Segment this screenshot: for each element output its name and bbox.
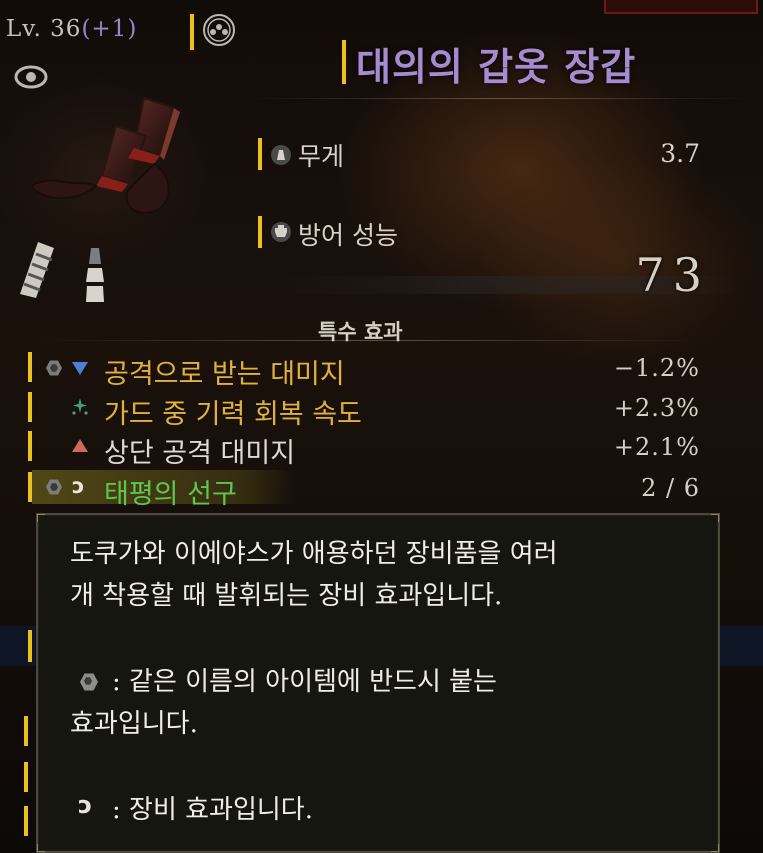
tooltip-corner <box>37 844 45 852</box>
sparkle-icon <box>70 396 90 418</box>
accent-bar <box>258 216 262 248</box>
accent-bar <box>24 762 28 792</box>
tooltip-corner <box>711 514 719 522</box>
effect-row[interactable]: 가드 중 기력 회복 속도 +2.3% <box>28 390 708 430</box>
accent-bar <box>28 630 32 662</box>
item-name: 대의의 갑옷 장갑 <box>356 44 637 89</box>
hexagon-icon <box>80 673 98 691</box>
special-effects-header: 특수 효과 <box>318 319 403 344</box>
background-panel <box>716 626 763 666</box>
accent-bar <box>258 138 262 170</box>
accent-bar <box>190 14 194 50</box>
tooltip-corner <box>711 844 719 852</box>
effect-value: +2.1% <box>613 433 700 461</box>
accent-bar <box>24 806 28 836</box>
effect-row-selected[interactable]: ↄ 태평의 선구 2 / 6 <box>28 470 708 510</box>
weight-icon <box>270 144 292 166</box>
effect-value: −1.2% <box>613 354 700 382</box>
weight-value: 3.7 <box>660 139 700 168</box>
accent-bar <box>28 472 32 502</box>
tooltip-line: : 같은 이름의 아이템에 반드시 붙는 <box>112 667 497 697</box>
effect-row[interactable]: 공격으로 받는 대미지 −1.2% <box>28 350 708 390</box>
set-link-icon: ↄ <box>72 474 85 498</box>
accent-bar <box>28 392 32 422</box>
armor-piece-icon <box>84 246 106 304</box>
tooltip-line: 효과입니다. <box>70 709 198 739</box>
effect-label: 상단 공격 대미지 <box>104 438 296 469</box>
defense-value: 73 <box>635 248 710 302</box>
effect-value: 2 / 6 <box>641 474 700 502</box>
effect-label: 공격으로 받는 대미지 <box>104 359 345 390</box>
tooltip-corner <box>37 514 45 522</box>
tooltip-line: 개 착용할 때 발휘되는 장비 효과입니다. <box>70 581 503 611</box>
tooltip-line: : 장비 효과입니다. <box>112 795 313 825</box>
clan-crest-icon <box>202 13 236 47</box>
tooltip-line: 도쿠가와 이에야스가 애용하던 장비품을 여러 <box>70 539 558 569</box>
effect-label: 가드 중 기력 회복 속도 <box>104 399 362 430</box>
level-bonus: (+1) <box>81 16 138 42</box>
accent-bar <box>342 40 346 84</box>
hexagon-icon <box>46 360 62 376</box>
accent-bar <box>28 352 32 382</box>
level-text: Lv. 36 <box>6 16 82 42</box>
armor-slot-icon <box>10 238 70 308</box>
arrow-down-icon <box>72 362 88 375</box>
accent-bar <box>28 431 32 461</box>
gauntlet-icon <box>24 86 210 246</box>
tooltip-panel: 도쿠가와 이에야스가 애용하던 장비품을 여러 개 착용할 때 발휘되는 장비 … <box>36 513 720 853</box>
effect-value: +2.3% <box>613 394 700 422</box>
arrow-up-icon <box>72 439 88 452</box>
effect-row[interactable]: 상단 공격 대미지 +2.1% <box>28 429 708 469</box>
accent-bar <box>24 716 28 746</box>
defense-icon <box>270 221 292 243</box>
divider <box>250 98 750 99</box>
effect-label: 태평의 선구 <box>104 479 237 510</box>
item-level: Lv. 36(+1) <box>6 16 137 42</box>
set-link-icon: ↄ <box>78 791 93 819</box>
weight-label: 무게 <box>298 142 345 171</box>
defense-label: 방어 성능 <box>298 221 398 250</box>
top-frame <box>604 0 758 14</box>
